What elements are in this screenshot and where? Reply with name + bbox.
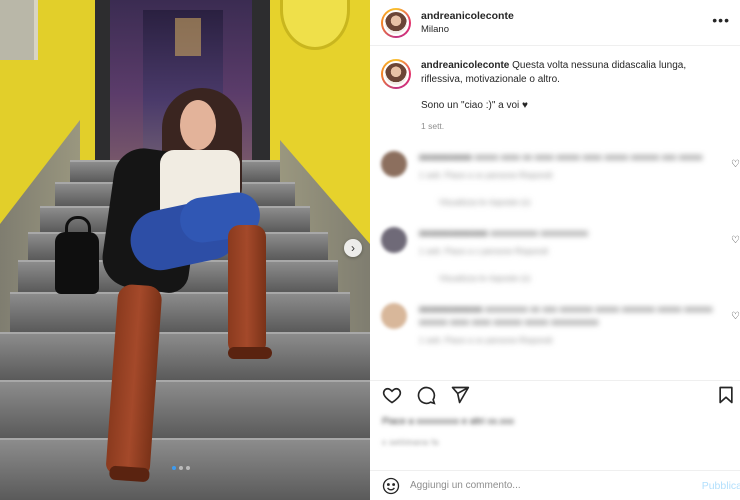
publish-button[interactable]: Pubblica [702, 480, 740, 492]
likes-count[interactable]: Piace a xxxxxxxxx e altri xx.xxx [382, 416, 514, 427]
comment-username[interactable]: xxxxxxxxxxxxx [419, 228, 488, 239]
emoji-smile-icon[interactable] [382, 477, 400, 495]
post-timestamp[interactable]: x settimana fa [382, 438, 439, 447]
comment-bubble-icon[interactable] [416, 385, 436, 405]
heart-icon[interactable]: ♡ [731, 159, 740, 170]
post-panel: andreanicoleconte Milano ••• andreanicol… [370, 0, 740, 500]
list-item: xxxxxxxxxxxxx xxxxxxxxxx xxxxxxxxxx 1 se… [370, 227, 740, 285]
post-username[interactable]: andreanicoleconte [421, 10, 514, 22]
list-item: xxxxxxxxxxxx xxxxxxxxx xx xxx xxxxxxx xx… [370, 303, 740, 347]
action-bar [370, 380, 740, 408]
heart-icon[interactable]: ♡ [731, 311, 740, 322]
comment-username[interactable]: xxxxxxxxxxxx [419, 304, 482, 315]
photo-woman-boot-right [228, 225, 272, 359]
photo-handbag [55, 216, 99, 294]
caption: andreanicoleconte Questa volta nessuna d… [370, 47, 740, 133]
comment-input[interactable] [410, 480, 680, 491]
view-replies-link[interactable]: Visualizza le risposte (x) [439, 196, 719, 209]
photo-stair-step [10, 292, 350, 332]
chevron-right-icon[interactable]: › [344, 239, 362, 257]
carousel-dot [186, 466, 190, 470]
bookmark-icon[interactable] [716, 385, 736, 405]
carousel-dots [172, 466, 190, 470]
photo-stair-step [0, 332, 370, 380]
comment-meta[interactable]: 1 sett. Piace a xx persone Rispondi [419, 334, 719, 347]
photo-stair-step [0, 380, 370, 438]
view-replies-link[interactable]: Visualizza le risposte (x) [439, 272, 719, 285]
post-photo[interactable]: › [0, 0, 370, 500]
more-dots-icon[interactable]: ••• [712, 12, 730, 28]
caption-avatar[interactable] [381, 59, 411, 89]
post-location[interactable]: Milano [421, 24, 514, 35]
comments-area[interactable]: andreanicoleconte Questa volta nessuna d… [370, 47, 740, 372]
add-comment-bar: Pubblica [370, 470, 740, 500]
comment-text: xxxxxxxxxx xxxxxxxxxx [490, 228, 588, 239]
carousel-dot [179, 466, 183, 470]
comment-avatar[interactable] [381, 227, 407, 253]
comment-avatar[interactable] [381, 303, 407, 329]
photo-pillar-right [252, 0, 270, 175]
send-icon[interactable] [450, 385, 470, 405]
comment-text: xxxxx xxxx xx xxxx xxxxx xxxx xxxxx xxxx… [474, 152, 703, 163]
carousel-dot [172, 466, 176, 470]
comment-meta[interactable]: 1 sett. Piace a x persone Rispondi [419, 245, 719, 258]
comment-meta[interactable]: 1 sett. Piace a xx persone Rispondi [419, 169, 719, 182]
heart-icon[interactable]: ♡ [731, 235, 740, 246]
caption-time[interactable]: 1 sett. [421, 119, 729, 133]
comment-avatar[interactable] [381, 151, 407, 177]
caption-text-2: Sono un "ciao :)" a voi ♥ [421, 100, 528, 111]
heart-icon[interactable] [382, 385, 402, 405]
photo-woman-face [180, 100, 216, 150]
post-header: andreanicoleconte Milano ••• [370, 0, 740, 46]
list-item: xxxxxxxxxx xxxxx xxxx xx xxxx xxxxx xxxx… [370, 151, 740, 209]
caption-username[interactable]: andreanicoleconte [421, 60, 509, 71]
comment-username[interactable]: xxxxxxxxxx [419, 152, 472, 163]
avatar[interactable] [381, 7, 411, 38]
